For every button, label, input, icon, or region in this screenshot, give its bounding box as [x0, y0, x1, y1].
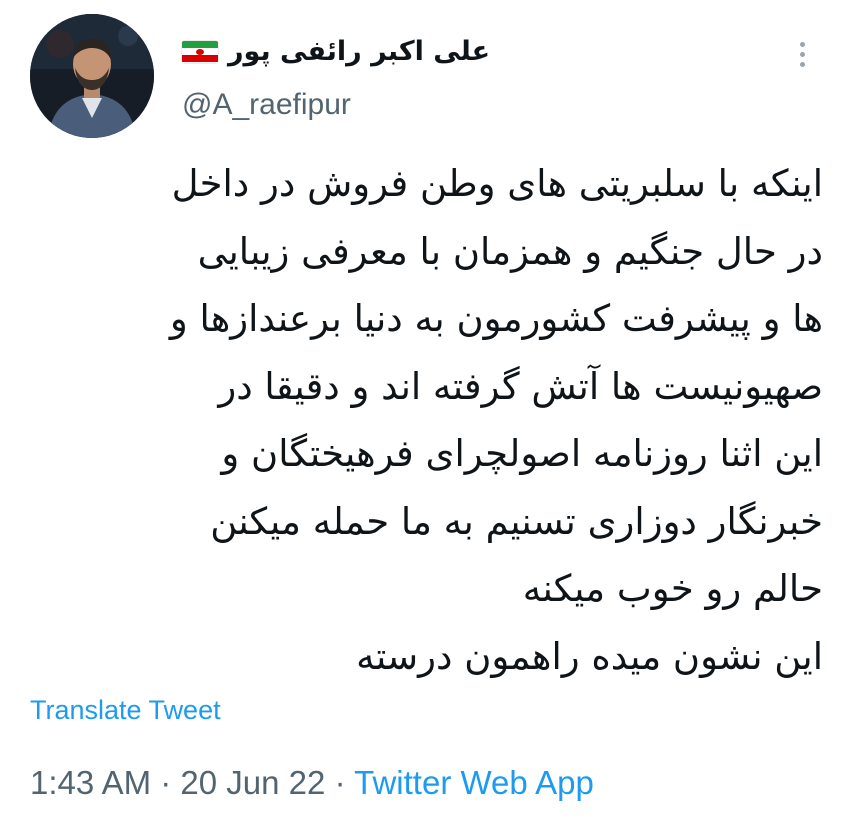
- tweet-text-line: صهیونیست ها آتش گرفته اند و دقیقا در: [218, 364, 823, 408]
- author-block: علی اکبر رائفی پور @A_raefipur: [170, 28, 500, 138]
- meta-separator: ·: [160, 764, 172, 801]
- profile-photo-icon: [30, 14, 154, 138]
- tweet-text: اینکه با سلبریتی های وطن فروش در داخل در…: [28, 150, 823, 690]
- tweet-meta: 1:43 AM · 20 Jun 22 · Twitter Web App: [30, 764, 594, 802]
- avatar[interactable]: [30, 14, 154, 138]
- tweet-source-link[interactable]: Twitter Web App: [354, 764, 594, 801]
- more-options-icon[interactable]: [790, 34, 814, 74]
- author-display-name[interactable]: علی اکبر رائفی پور: [228, 36, 490, 67]
- author-handle[interactable]: @A_raefipur: [182, 88, 351, 122]
- tweet-text-line: حالم رو خوب میکنه: [522, 567, 823, 610]
- tweet-text-line: این اثنا روزنامه اصولچرای فرهیختگان و: [221, 432, 823, 475]
- tweet-time[interactable]: 1:43 AM: [30, 764, 151, 801]
- iran-flag-icon: [182, 40, 218, 63]
- author-name-row[interactable]: علی اکبر رائفی پور: [182, 36, 490, 67]
- tweet-text-line: ها و پیشرفت کشورمون به دنیا برعندازها و: [169, 297, 823, 340]
- translate-tweet-link[interactable]: Translate Tweet: [30, 695, 221, 726]
- tweet-text-line: اینکه با سلبریتی های وطن فروش در داخل: [171, 162, 823, 205]
- tweet-text-line: خبرنگار دوزاری تسنیم به ما حمله میکنن: [210, 499, 823, 543]
- meta-separator: ·: [334, 764, 346, 801]
- tweet-text-line: در حال جنگیم و همزمان با معرفی زیبایی: [197, 229, 823, 273]
- tweet-date[interactable]: 20 Jun 22: [180, 764, 325, 801]
- tweet-text-line: این نشون میده راهمون درسته: [356, 634, 823, 678]
- tweet-card: علی اکبر رائفی پور @A_raefipur اینکه با …: [0, 0, 850, 827]
